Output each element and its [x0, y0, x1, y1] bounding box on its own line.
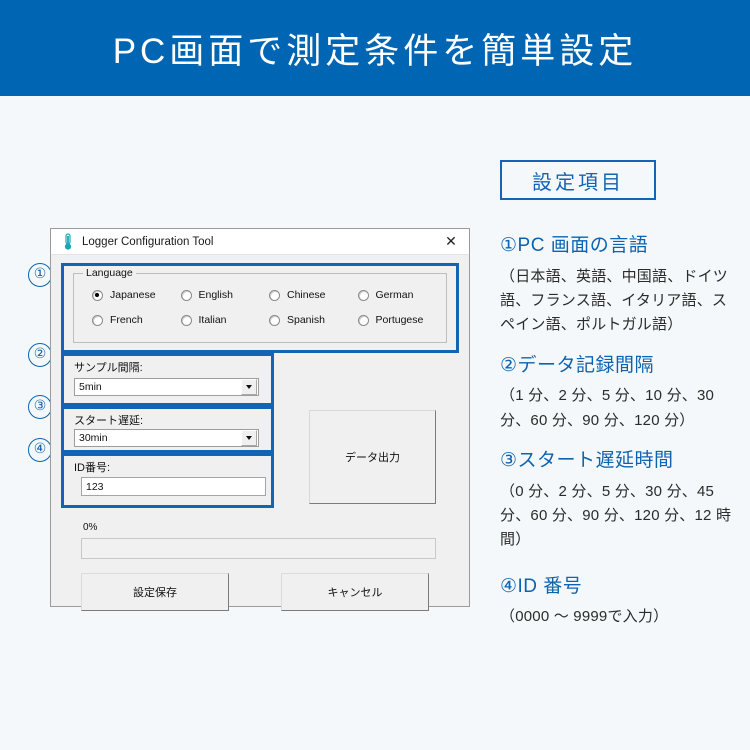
radio-dot-icon [269, 314, 280, 326]
sample-interval-label: サンプル間隔: [74, 362, 143, 374]
callout-number-3: ③ [28, 395, 52, 419]
progress-label: 0% [83, 522, 98, 533]
data-output-button[interactable]: データ出力 [309, 410, 436, 504]
callout-number-2: ② [28, 343, 52, 367]
language-radio-row-2: French Italian Spanish Portugese [74, 314, 446, 326]
logger-configuration-dialog: Logger Configuration Tool ✕ Language Jap… [50, 228, 470, 611]
page-title: PC画面で測定条件を簡単設定 [112, 31, 638, 71]
side-item-desc: （1 分、2 分、5 分、10 分、30 分、60 分、90 分、120 分） [500, 387, 715, 429]
side-item-id-number: ④ID 番号 （0000 ～ 9999で入力） [500, 575, 738, 630]
sample-interval-select[interactable]: 5min [74, 378, 259, 396]
side-item-title: ①PC 画面の言語 [500, 235, 649, 256]
radio-chinese[interactable]: Chinese [269, 289, 358, 301]
settings-items-heading: 設定項目 [532, 171, 624, 194]
cancel-button[interactable]: キャンセル [281, 573, 429, 611]
radio-dot-icon [92, 314, 103, 326]
radio-label: Portugese [375, 314, 424, 326]
radio-label: English [198, 289, 233, 301]
radio-dot-icon [269, 289, 280, 301]
start-delay-select[interactable]: 30min [74, 429, 259, 447]
radio-japanese[interactable]: Japanese [74, 289, 181, 301]
chevron-down-icon[interactable] [241, 379, 257, 395]
start-delay-value: 30min [79, 432, 108, 444]
radio-label: Italian [198, 314, 227, 326]
side-item-desc: （0 分、2 分、5 分、30 分、45 分、60 分、90 分、120 分、1… [500, 482, 732, 549]
radio-german[interactable]: German [357, 289, 447, 301]
radio-french[interactable]: French [74, 314, 181, 326]
chevron-down-icon[interactable] [241, 430, 257, 446]
callout-number-1: ① [28, 263, 52, 287]
language-group: Language Japanese English Chinese German [73, 267, 447, 343]
thermometer-icon [64, 232, 72, 250]
radio-italian[interactable]: Italian [180, 314, 270, 326]
close-icon[interactable]: ✕ [433, 229, 469, 254]
language-radio-row-1: Japanese English Chinese German [74, 289, 446, 301]
side-item-start-delay: ③スタート遅延時間 （0 分、2 分、5 分、30 分、45 分、60 分、90… [500, 449, 738, 553]
radio-label: Japanese [110, 289, 156, 301]
side-item-title: ②データ記録間隔 [500, 354, 655, 376]
language-group-legend: Language [83, 267, 136, 279]
side-item-title: ③スタート遅延時間 [500, 449, 674, 471]
save-settings-button[interactable]: 設定保存 [81, 573, 229, 611]
side-item-desc: （日本語、英語、中国語、ドイツ語、フランス語、イタリア語、スペイン語、ポルトガル… [500, 267, 729, 334]
sample-interval-value: 5min [79, 381, 102, 393]
dialog-title: Logger Configuration Tool [82, 235, 214, 248]
id-number-input[interactable]: 123 [81, 477, 266, 496]
side-item-desc: （0000 ～ 9999で入力） [500, 608, 669, 626]
radio-label: Chinese [287, 289, 326, 301]
radio-label: Spanish [287, 314, 325, 326]
side-item-record-interval: ②データ記録間隔 （1 分、2 分、5 分、10 分、30 分、60 分、90 … [500, 354, 738, 433]
settings-items-heading-box: 設定項目 [500, 160, 656, 200]
radio-label: German [375, 289, 414, 301]
radio-dot-icon [92, 289, 103, 301]
header-banner: PC画面で測定条件を簡単設定 [0, 0, 750, 96]
dialog-titlebar: Logger Configuration Tool ✕ [51, 229, 469, 255]
start-delay-label: スタート遅延: [74, 415, 144, 427]
radio-dot-icon [357, 314, 369, 326]
radio-dot-icon [357, 289, 369, 301]
dialog-body: Language Japanese English Chinese German [51, 255, 469, 611]
radio-portugese[interactable]: Portugese [357, 314, 447, 326]
radio-spanish[interactable]: Spanish [269, 314, 358, 326]
radio-english[interactable]: English [180, 289, 270, 301]
radio-label: French [110, 314, 143, 326]
radio-dot-icon [180, 289, 192, 301]
side-item-title: ④ID 番号 [500, 575, 583, 597]
callout-number-4: ④ [28, 438, 52, 462]
id-number-label: ID番号: [74, 462, 111, 474]
side-item-language: ①PC 画面の言語 （日本語、英語、中国語、ドイツ語、フランス語、イタリア語、ス… [500, 234, 738, 338]
radio-dot-icon [180, 314, 192, 326]
progress-bar [81, 538, 436, 559]
settings-items-panel: 設定項目 ①PC 画面の言語 （日本語、英語、中国語、ドイツ語、フランス語、イタ… [500, 160, 738, 646]
